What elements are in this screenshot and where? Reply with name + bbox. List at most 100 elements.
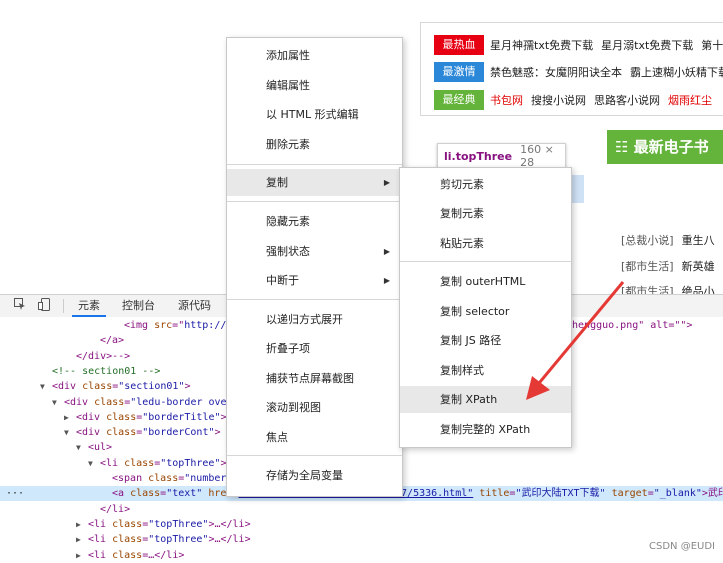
rank-link[interactable]: 烟雨红尘: [668, 92, 712, 108]
menu-item-label: 隐藏元素: [266, 215, 310, 228]
tab-sources[interactable]: 源代码: [178, 295, 211, 317]
menu-item-label: 滚动到视图: [266, 401, 321, 414]
latest-ebooks-header: ☷ 最新电子书: [607, 130, 723, 164]
context-menu-item[interactable]: 复制 ▶: [227, 169, 402, 196]
menu-item-label: 添加属性: [266, 49, 310, 62]
context-menu-item[interactable]: 存储为全局变量: [227, 462, 402, 489]
dom-node-line[interactable]: ▶ <li class="topThree">…</li>: [0, 517, 723, 532]
node-markup: <div class="ledu-border ove: [64, 396, 227, 408]
menu-item-label: 捕获节点屏幕截图: [266, 372, 354, 385]
rank-link[interactable]: 书包网: [490, 92, 523, 108]
dom-node-line[interactable]: ▶ <li class=…</li>: [0, 548, 723, 563]
context-menu-item[interactable]: 添加属性: [227, 42, 402, 69]
submenu-arrow-icon: ▶: [383, 247, 390, 256]
rank-row: 最热血 星月神孺txt免费下载 星月溺txt免费下载 第十: [434, 35, 723, 55]
context-menu-item[interactable]: 以递归方式展开: [227, 306, 402, 333]
menu-item-label: 强制状态: [266, 245, 310, 258]
menu-separator: [227, 455, 402, 456]
collapse-triangle-icon[interactable]: ▼: [88, 456, 93, 471]
submenu-item[interactable]: 剪切元素: [400, 171, 571, 198]
inspect-icon[interactable]: [14, 298, 26, 310]
node-markup: <div class="section01">: [52, 381, 191, 393]
context-menu-item[interactable]: 隐藏元素: [227, 208, 402, 235]
expand-triangle-icon[interactable]: ▶: [76, 548, 81, 563]
submenu-item[interactable]: 复制元素: [400, 200, 571, 227]
menu-item-label: 复制: [266, 176, 288, 189]
node-markup: </a>: [100, 335, 125, 347]
node-markup: <li class=…</li>: [88, 549, 185, 561]
node-markup: <div class="borderTitle">: [76, 411, 227, 423]
node-markup: </div>-->: [76, 350, 131, 362]
node-markup: <!-- section01 -->: [52, 365, 161, 377]
menu-item-label: 中断于: [266, 274, 299, 287]
category-label: [都市生活]: [621, 260, 674, 273]
collapse-triangle-icon[interactable]: ▼: [64, 425, 69, 440]
book-title[interactable]: 新英雄: [682, 260, 715, 273]
watermark: CSDN @EUDI: [649, 541, 715, 552]
menu-item-label: 复制元素: [440, 207, 484, 220]
category-item[interactable]: [总裁小说] 重生八: [621, 232, 715, 248]
context-menu-item[interactable]: 折叠子项: [227, 335, 402, 362]
menu-separator: [227, 164, 402, 165]
rank-link[interactable]: 第十: [701, 37, 723, 53]
annotation-arrow: [526, 281, 625, 400]
expand-triangle-icon[interactable]: ▶: [76, 517, 81, 532]
device-toolbar-icon[interactable]: [38, 298, 50, 311]
rank-link[interactable]: 霸上速糊小妖精下载: [630, 64, 723, 80]
context-menu-item[interactable]: 捕获节点屏幕截图: [227, 365, 402, 392]
context-menu-item[interactable]: 滚动到视图: [227, 394, 402, 421]
context-menu-item[interactable]: 焦点: [227, 424, 402, 451]
submenu-arrow-icon: ▶: [383, 276, 390, 285]
menu-item-label: 以递归方式展开: [266, 313, 343, 326]
context-menu-item[interactable]: 强制状态 ▶: [227, 238, 402, 265]
rank-tag: 最激情: [434, 62, 484, 82]
rank-link[interactable]: 星月溺txt免费下载: [601, 37, 693, 53]
category-label: [总裁小说]: [621, 234, 674, 247]
submenu-arrow-icon: ▶: [383, 178, 390, 187]
menu-item-label: 剪切元素: [440, 178, 484, 191]
node-markup: <div class="borderCont">: [76, 427, 221, 439]
expand-triangle-icon[interactable]: ▶: [64, 410, 69, 425]
category-item[interactable]: [都市生活] 新英雄: [621, 258, 715, 274]
menu-item-label: 粘贴元素: [440, 237, 484, 250]
tab-console[interactable]: 控制台: [122, 295, 155, 317]
node-markup: <a class="text" href="/txtbook/5/2012/05…: [112, 488, 723, 500]
rank-link[interactable]: 搜搜小说网: [531, 92, 586, 108]
collapse-triangle-icon[interactable]: ▼: [76, 440, 81, 455]
rank-link[interactable]: 禁色魅惑：女魔阴阳诀全本: [490, 64, 622, 80]
menu-separator: [227, 201, 402, 202]
collapse-triangle-icon[interactable]: ▼: [52, 395, 57, 410]
tooltip-selector: li.topThree: [444, 149, 513, 163]
node-markup: <li class="topThree">…</li>: [88, 534, 251, 546]
element-tooltip: li.topThree 160 × 28: [437, 143, 566, 169]
tooltip-size: 160 × 28: [520, 143, 554, 169]
menu-separator: [227, 299, 402, 300]
book-title[interactable]: 重生八: [682, 234, 715, 247]
menu-item-label: 以 HTML 形式编辑: [266, 108, 359, 121]
dom-node-line[interactable]: ▶ <li class="topThree">…</li>: [0, 532, 723, 547]
context-menu-item[interactable]: 删除元素: [227, 131, 402, 158]
collapse-triangle-icon[interactable]: ▼: [40, 379, 45, 394]
menu-item-label: 复制 selector: [440, 305, 510, 318]
context-menu-item[interactable]: 编辑属性: [227, 72, 402, 99]
dom-node-line[interactable]: </li>: [0, 502, 723, 517]
more-actions-icon[interactable]: ···: [6, 486, 24, 501]
menu-item-label: 删除元素: [266, 138, 310, 151]
rank-tag: 最热血: [434, 35, 484, 55]
submenu-item[interactable]: 复制完整的 XPath: [400, 416, 571, 443]
rank-row: 最激情 禁色魅惑：女魔阴阳诀全本 霸上速糊小妖精下载: [434, 62, 723, 82]
rank-link[interactable]: 思路客小说网: [594, 92, 660, 108]
submenu-item[interactable]: 粘贴元素: [400, 230, 571, 257]
menu-item-label: 复制样式: [440, 364, 484, 377]
rank-link[interactable]: 星月神孺txt免费下载: [490, 37, 593, 53]
menu-item-label: 存储为全局变量: [266, 469, 343, 482]
context-menu-item[interactable]: 以 HTML 形式编辑: [227, 101, 402, 128]
rank-row: 最经典 书包网 搜搜小说网 思路客小说网 烟雨红尘: [434, 90, 720, 110]
expand-triangle-icon[interactable]: ▶: [76, 532, 81, 547]
node-markup: <span class="number": [112, 473, 233, 484]
tab-elements[interactable]: 元素: [72, 295, 106, 317]
node-markup: </li>: [100, 503, 131, 515]
context-menu-item[interactable]: 中断于 ▶: [227, 267, 402, 294]
toolbar-divider: [63, 299, 64, 313]
menu-item-label: 折叠子项: [266, 342, 310, 355]
